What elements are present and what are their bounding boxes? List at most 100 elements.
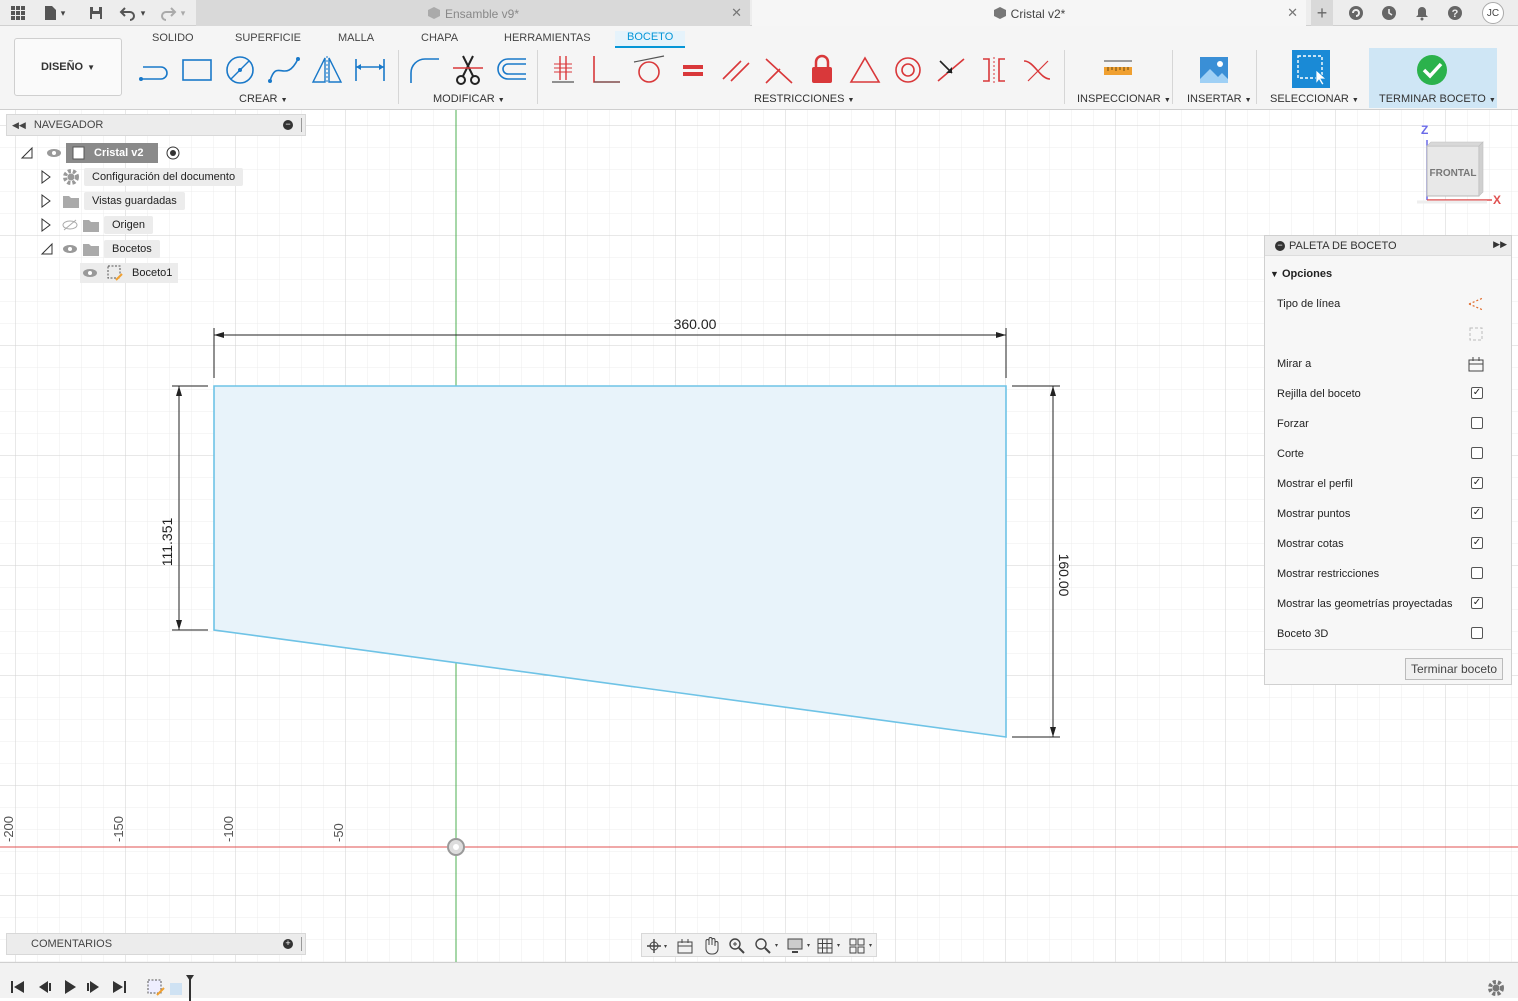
measure-ruler-icon[interactable] xyxy=(1100,52,1136,88)
zoom-window-icon[interactable] xyxy=(754,937,782,955)
equal-constraint-icon[interactable] xyxy=(675,52,711,88)
trim-scissors-icon[interactable] xyxy=(450,52,486,88)
undo-icon[interactable] xyxy=(118,3,138,23)
sketch-dimension-tool-icon[interactable] xyxy=(352,52,388,88)
checkbox-show-constraints[interactable] xyxy=(1471,567,1483,579)
step-back-icon[interactable] xyxy=(36,979,52,995)
options-section-header[interactable]: ▼ Opciones xyxy=(1270,268,1332,280)
collapse-panel-icon[interactable]: ◀◀ xyxy=(12,120,26,131)
viewcube-face-label[interactable]: FRONTAL xyxy=(1429,168,1476,179)
extensions-icon[interactable] xyxy=(1346,3,1366,23)
visibility-eye-icon[interactable] xyxy=(46,147,62,159)
add-comment-icon[interactable]: + xyxy=(283,939,293,949)
close-tab-ensamble-icon[interactable]: ✕ xyxy=(731,5,742,21)
group-inspeccionar[interactable]: INSPECCIONAR ▼ xyxy=(1077,93,1171,105)
file-menu-chevron-icon[interactable]: ▾ xyxy=(58,3,68,23)
checkbox-snap[interactable] xyxy=(1471,417,1483,429)
mirror-tool-icon[interactable] xyxy=(309,52,345,88)
collinear-constraint-icon[interactable] xyxy=(933,52,969,88)
redo-icon[interactable] xyxy=(158,3,178,23)
step-forward-icon[interactable] xyxy=(86,979,102,995)
hidden-eye-icon[interactable] xyxy=(62,219,78,231)
undo-chevron-icon[interactable]: ▾ xyxy=(138,3,148,23)
finish-sketch-button[interactable]: Terminar boceto xyxy=(1405,658,1503,680)
redo-chevron-icon[interactable]: ▾ xyxy=(178,3,188,23)
grid-settings-icon[interactable] xyxy=(816,937,844,955)
save-icon[interactable] xyxy=(86,3,106,23)
browser-item-saved-views[interactable]: Vistas guardadas xyxy=(40,191,185,211)
viewports-icon[interactable] xyxy=(848,937,876,955)
concentric-constraint-icon[interactable] xyxy=(890,52,926,88)
panel-handle[interactable] xyxy=(301,118,303,132)
checkbox-slice[interactable] xyxy=(1471,447,1483,459)
line-tool-icon[interactable] xyxy=(136,52,172,88)
help-icon[interactable]: ? xyxy=(1445,3,1465,23)
job-status-icon[interactable] xyxy=(1379,3,1399,23)
dimension-width-text[interactable]: 360.00 xyxy=(674,316,717,332)
tangent-constraint-icon[interactable] xyxy=(631,52,667,88)
group-terminar[interactable]: TERMINAR BOCETO ▼ xyxy=(1379,93,1496,105)
browser-item-config[interactable]: Configuración del documento xyxy=(40,167,244,187)
tab-solido[interactable]: SOLIDO xyxy=(152,32,194,44)
group-restricciones[interactable]: RESTRICCIONES ▼ xyxy=(754,93,854,105)
tab-cristal[interactable]: Cristal v2* ✕ xyxy=(752,0,1306,26)
minimize-palette-icon[interactable]: − xyxy=(1275,241,1285,251)
file-icon[interactable] xyxy=(40,3,60,23)
go-to-start-icon[interactable] xyxy=(10,979,26,995)
orbit-icon[interactable] xyxy=(646,937,672,955)
group-insertar[interactable]: INSERTAR ▼ xyxy=(1187,93,1252,105)
look-at-icon[interactable] xyxy=(676,937,694,955)
visibility-eye-icon[interactable] xyxy=(82,267,98,279)
dimension-right-text[interactable]: 160.00 xyxy=(1056,554,1072,597)
group-seleccionar[interactable]: SELECCIONAR ▼ xyxy=(1270,93,1359,105)
dimension-left-text[interactable]: 111.351 xyxy=(159,518,175,567)
timeline-sketch-feature-icon[interactable] xyxy=(146,977,166,997)
collapsed-triangle-icon[interactable] xyxy=(40,194,52,208)
linetype-construction-icon[interactable] xyxy=(1467,295,1485,313)
timeline-settings-gear-icon[interactable] xyxy=(1487,979,1505,997)
user-avatar[interactable]: JC xyxy=(1482,2,1504,24)
circle-tool-icon[interactable] xyxy=(222,52,258,88)
checkbox-show-profile[interactable]: ✓ xyxy=(1471,477,1483,489)
go-to-end-icon[interactable] xyxy=(111,979,127,995)
app-grid-icon[interactable] xyxy=(8,3,28,23)
group-crear[interactable]: CREAR ▼ xyxy=(239,93,288,105)
checkbox-3d-sketch[interactable] xyxy=(1471,627,1483,639)
checkbox-show-dimensions[interactable]: ✓ xyxy=(1471,537,1483,549)
close-tab-cristal-icon[interactable]: ✕ xyxy=(1287,5,1298,21)
timeline-marker-icon[interactable] xyxy=(168,971,198,1001)
notifications-bell-icon[interactable] xyxy=(1412,3,1432,23)
checkbox-sketch-grid[interactable]: ✓ xyxy=(1471,387,1483,399)
tab-chapa[interactable]: CHAPA xyxy=(421,32,458,44)
fix-lock-icon[interactable] xyxy=(804,52,840,88)
comments-panel-header[interactable]: COMENTARIOS + xyxy=(6,933,306,955)
palette-header[interactable]: − PALETA DE BOCETO ▶▶ xyxy=(1265,236,1511,256)
symmetry-constraint-icon[interactable] xyxy=(976,52,1012,88)
perpendicular-constraint-icon[interactable] xyxy=(588,52,624,88)
browser-panel-header[interactable]: ◀◀ NAVEGADOR − xyxy=(6,114,306,136)
fillet-tool-icon[interactable] xyxy=(406,52,442,88)
offset-tool-icon[interactable] xyxy=(493,52,529,88)
group-modificar[interactable]: MODIFICAR ▼ xyxy=(433,93,505,105)
perpendicular-x-constraint-icon[interactable] xyxy=(761,52,797,88)
activate-radio-icon[interactable] xyxy=(166,146,180,160)
panel-handle[interactable] xyxy=(301,937,303,951)
root-component-label[interactable]: Cristal v2 xyxy=(66,143,158,163)
tab-boceto[interactable]: BOCETO xyxy=(615,31,686,48)
browser-item-origin[interactable]: Origen xyxy=(40,215,154,235)
finish-sketch-check-icon[interactable] xyxy=(1414,52,1450,88)
midpoint-triangle-icon[interactable] xyxy=(847,52,883,88)
browser-root-node[interactable]: Cristal v2 xyxy=(20,143,180,163)
checkbox-show-projected[interactable]: ✓ xyxy=(1471,597,1483,609)
browser-item-sketches[interactable]: Bocetos xyxy=(40,239,160,259)
look-at-icon[interactable] xyxy=(1467,355,1485,373)
tab-herramientas[interactable]: HERRAMIENTAS xyxy=(504,32,591,44)
rectangle-tool-icon[interactable] xyxy=(179,52,215,88)
pan-hand-icon[interactable] xyxy=(702,936,720,956)
browser-item-boceto1[interactable]: Boceto1 xyxy=(80,263,179,283)
coincident-constraint-icon[interactable] xyxy=(545,52,581,88)
parallel-constraint-icon[interactable] xyxy=(718,52,754,88)
collapsed-triangle-icon[interactable] xyxy=(40,170,52,184)
display-settings-icon[interactable] xyxy=(786,937,814,955)
tab-malla[interactable]: MALLA xyxy=(338,32,374,44)
